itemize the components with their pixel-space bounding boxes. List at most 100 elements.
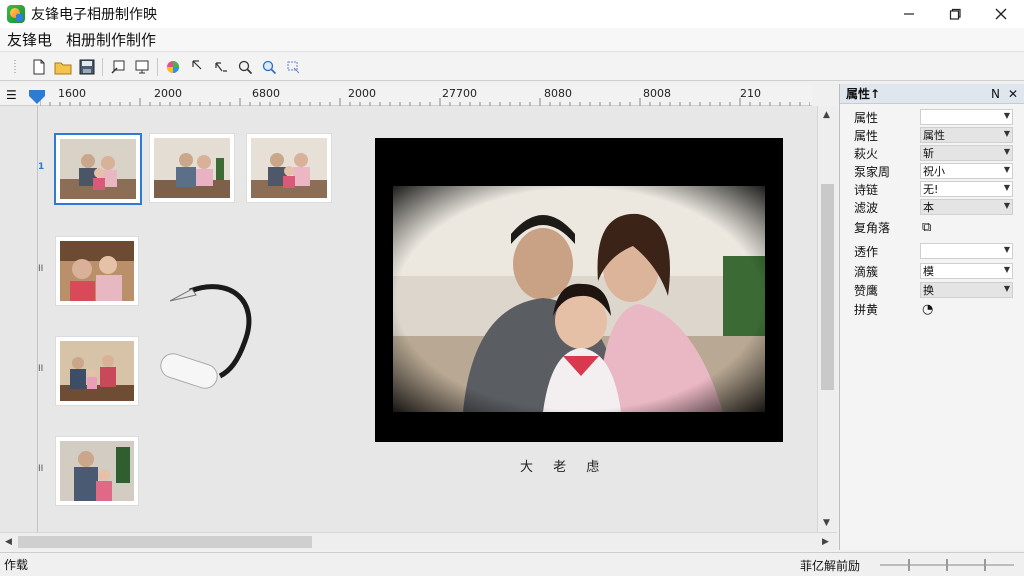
property-row: 拼黄 ◔ [840,300,1024,318]
property-value: 属性 [923,129,945,142]
property-dropdown[interactable]: 本 ▼ [920,199,1013,215]
property-value: 本 [923,201,934,214]
family-photo-image [60,441,134,501]
zoom-out-button[interactable] [257,55,281,79]
slide-caption[interactable]: 大 老 虑 [520,456,607,475]
select-tool-button[interactable] [185,55,209,79]
property-row: 滤波本 ▼ [840,198,1024,216]
display-button[interactable] [130,55,154,79]
scroll-right-icon[interactable]: ▶ [822,537,829,547]
property-label: 诗链 [854,182,879,197]
app-logo-icon [7,5,25,23]
status-bar: 作载 菲亿解前励 [0,552,1024,576]
timeline-ruler: ☰ 1600 2000 6800 2000 27700 8080 8008 21… [0,84,812,106]
property-label: 拼黄 [854,302,879,317]
property-value: 斩 [923,147,934,160]
search-icon [262,60,277,74]
zoom-slider[interactable] [880,559,1014,571]
property-row: 诗链 无! ▼ [840,180,1024,198]
chevron-down-icon: ▼ [1003,147,1010,156]
app-window: 友锋电子相册制作映 友锋电 相册制作制作 ☰ 1600 2000 6800 20… [0,0,1024,576]
property-dropdown[interactable]: ▼ [920,243,1013,259]
photo-thumbnail[interactable] [55,336,139,406]
row-marker: II [38,464,44,474]
crop-button[interactable] [281,55,305,79]
window-controls [886,0,1024,28]
property-label: 复角落 [854,220,891,235]
properties-header: 属性↑ N ✕ [840,84,1024,104]
color-wheel-icon [167,60,179,73]
property-dropdown[interactable]: ▼ [920,109,1013,125]
photo-thumbnail[interactable] [54,133,142,205]
property-value: 祝小 [923,165,945,178]
new-file-icon [33,59,45,74]
horizontal-scrollbar[interactable]: ◀ ▶ [0,532,837,550]
vertical-scroll-thumb[interactable] [821,184,834,390]
import-button[interactable] [106,55,130,79]
scroll-up-icon[interactable]: ▲ [823,110,830,120]
chevron-down-icon: ▼ [1003,111,1010,120]
ruler-menu-icon[interactable]: ☰ [6,88,17,102]
copy-icon[interactable]: ⧉ [922,220,931,235]
minimize-icon [904,13,914,15]
menu-item-file[interactable]: 友锋电 [0,29,59,50]
property-row: 属性 ▼ [840,108,1024,126]
chevron-down-icon: ▼ [1003,245,1010,254]
open-button[interactable] [51,55,75,79]
close-panel-button[interactable]: ✕ [1008,87,1018,101]
property-value: 换 [923,284,934,297]
pin-panel-button[interactable]: N [991,87,1000,101]
family-photo-image [251,138,327,198]
maximize-button[interactable] [932,0,978,28]
property-row: 复角落 ⧉ [840,218,1024,236]
property-dropdown[interactable]: 换 ▼ [920,282,1013,298]
property-row: 透作 ▼ [840,242,1024,260]
property-row: 泵家周 祝小 ▼ [840,162,1024,180]
window-title: 友锋电子相册制作映 [31,7,157,23]
property-dropdown[interactable]: 斩 ▼ [920,145,1013,161]
rotate-arrow-icon [215,61,227,72]
property-dropdown[interactable]: 祝小 ▼ [920,163,1013,179]
import-icon [111,60,125,74]
property-label: 属性 [854,128,879,143]
property-row: 属性 属性 ▼ [840,126,1024,144]
color-button[interactable] [161,55,185,79]
family-photo-image [154,138,230,198]
property-label: 透作 [854,244,879,259]
scroll-left-icon[interactable]: ◀ [5,537,12,547]
save-button[interactable] [75,55,99,79]
vertical-scrollbar[interactable]: ▲ ▼ [817,106,837,532]
property-dropdown[interactable]: 模 ▼ [920,263,1013,279]
dial-icon[interactable]: ◔ [922,302,933,317]
monitor-icon [135,60,149,73]
new-button[interactable] [27,55,51,79]
zoom-tick [984,559,986,571]
family-photo-image [60,139,136,199]
minimize-button[interactable] [886,0,932,28]
photo-thumbnail[interactable] [149,133,235,203]
rotate-tool-button[interactable] [209,55,233,79]
photo-thumbnail[interactable] [55,236,139,306]
playhead-marker-icon[interactable] [28,88,46,106]
grip-icon [14,59,16,74]
property-dropdown[interactable]: 属性 ▼ [920,127,1013,143]
property-dropdown[interactable]: 无! ▼ [920,181,1013,197]
photo-thumbnail[interactable] [55,436,139,506]
zoom-tick [946,559,948,571]
chevron-down-icon: ▼ [1003,165,1010,174]
close-button[interactable] [978,0,1024,28]
scroll-down-icon[interactable]: ▼ [823,518,830,528]
photo-thumbnail[interactable] [246,133,332,203]
toolbar-separator [102,57,103,76]
horizontal-scroll-thumb[interactable] [18,536,312,548]
properties-panel: 属性↑ N ✕ 属性 ▼ 属性 属性 ▼ 萩火斩 ▼ 泵家周 祝小 ▼ 诗链 无! ▼ 滤波本 ▼ 复角落 ⧉ 透… [839,84,1024,550]
toolbar-separator [157,57,158,76]
zoom-in-icon [238,60,253,74]
family-photo-image [60,241,134,301]
slide-preview[interactable] [375,138,783,442]
toolbar-toggle-button[interactable] [3,55,27,79]
property-row: 滴簇模 ▼ [840,262,1024,280]
menu-item-album[interactable]: 相册制作制作 [59,29,163,50]
ruler-ticks [40,98,810,106]
zoom-in-button[interactable] [233,55,257,79]
